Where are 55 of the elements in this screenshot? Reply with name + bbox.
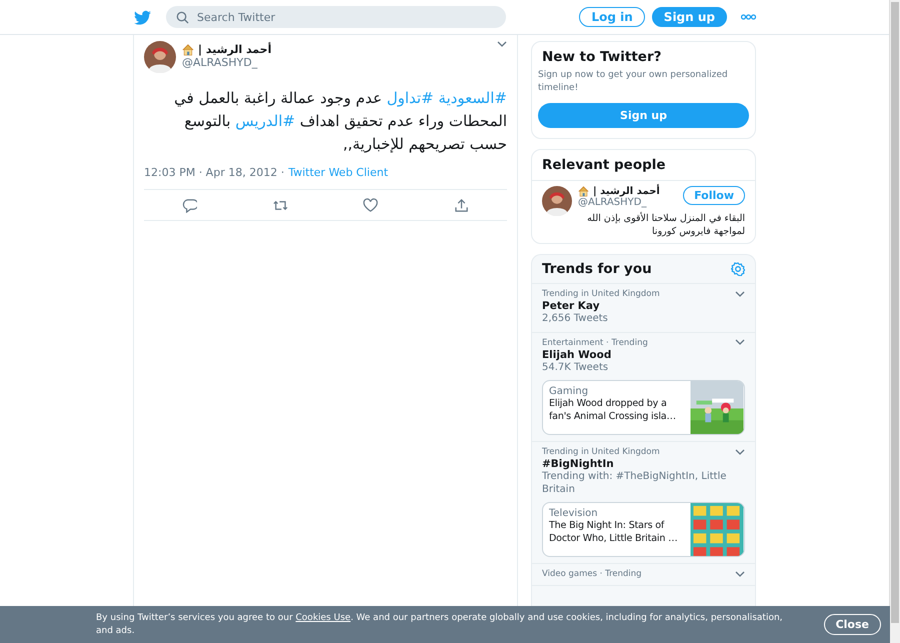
card-category: Gaming xyxy=(549,386,590,397)
author-name[interactable]: أحمد الرشيد | xyxy=(198,43,272,56)
chevron-icon[interactable] xyxy=(735,290,745,298)
avatar xyxy=(542,186,572,216)
card-headline: Elijah Wood dropped by a fan's Animal Crossing isla… xyxy=(549,398,677,423)
search-field[interactable]: Search Twitter xyxy=(166,6,506,28)
person-bio: البقاء في المنزل سلاحنا الأقوى بإذن الله لمواجهة فايروس كورونا xyxy=(586,212,745,238)
avatar xyxy=(144,41,176,73)
news-card[interactable]: Television The Big Night In: Stars of Doctor Who, Little Britain … xyxy=(542,502,745,557)
card-text: Sign up now to get your own personalized timeline! xyxy=(538,69,729,95)
house-icon xyxy=(182,44,194,56)
chevron-icon[interactable] xyxy=(735,570,745,578)
signup-button[interactable]: Sign up xyxy=(652,7,727,27)
cookies-link[interactable]: Cookies Use xyxy=(296,612,351,622)
chevron-icon[interactable] xyxy=(735,339,745,346)
author-handle[interactable]: @ALRASHYD_ xyxy=(182,56,491,69)
card-category: Television xyxy=(549,508,599,519)
card-title: Trends for you xyxy=(541,260,653,279)
share-icon[interactable] xyxy=(454,198,470,212)
trend-count: 2,656 Tweets xyxy=(542,313,609,326)
trend-context: Trending in United Kingdom xyxy=(542,289,660,299)
login-button[interactable]: Log in xyxy=(579,7,645,27)
hashtag-link[interactable]: #تداول xyxy=(386,89,434,107)
card-title: Relevant people xyxy=(532,150,755,181)
source-link[interactable]: Twitter Web Client xyxy=(288,166,388,179)
cookie-notice: By using Twitter’s services you agree to our Cookies Use. We and our partners operate globally and use cookies, including for analytics, personalisation, and ads. xyxy=(96,612,784,638)
trend-count: Trending with: #TheBigNightIn, Little Britain xyxy=(542,471,728,496)
card-title: New to Twitter? xyxy=(541,48,662,67)
reply-icon[interactable] xyxy=(182,198,197,212)
news-card[interactable]: Gaming Elijah Wood dropped by a fan's Animal Crossing isla… xyxy=(542,380,745,435)
follow-button[interactable]: Follow xyxy=(683,186,745,205)
chevron-icon[interactable] xyxy=(497,41,507,48)
trend-context: Entertainment · Trending xyxy=(542,338,648,348)
settings-icon[interactable] xyxy=(731,262,745,276)
chevron-icon[interactable] xyxy=(735,448,745,456)
trend-count: 54.7K Tweets xyxy=(542,362,610,374)
tweet-text: #السعودية #تداول عدم وجود عمالة راغبة بالعمل في المحطات وراء عدم تحقيق اهداف #الدريس بالتوسع حسب تصريحهم للإخبارية,, xyxy=(173,88,508,155)
house-icon xyxy=(578,186,589,197)
search-icon xyxy=(176,11,189,24)
tweet-timestamp: 12:03 PM · Apr 18, 2012 · xyxy=(144,166,284,179)
close-button[interactable]: Close xyxy=(824,614,881,635)
trend-name[interactable]: #BigNightIn xyxy=(542,458,745,470)
more-icon[interactable] xyxy=(741,14,756,20)
hashtag-link[interactable]: #الدريس xyxy=(235,112,296,130)
hashtag-link[interactable]: #السعودية xyxy=(438,89,507,107)
trend-context: Video games · Trending xyxy=(542,569,642,579)
heart-icon[interactable] xyxy=(363,198,378,212)
bird-icon xyxy=(133,8,152,26)
trend-name[interactable]: Peter Kay xyxy=(542,300,745,312)
person-name[interactable]: أحمد الرشيد | xyxy=(593,186,660,197)
signup-button[interactable]: Sign up xyxy=(538,103,749,128)
trend-context: Trending in United Kingdom xyxy=(542,447,660,457)
person-handle[interactable]: @ALRASHYD_ xyxy=(578,197,684,208)
trend-name[interactable]: Elijah Wood xyxy=(542,348,745,360)
card-headline: The Big Night In: Stars of Doctor Who, Little Britain … xyxy=(549,520,678,545)
